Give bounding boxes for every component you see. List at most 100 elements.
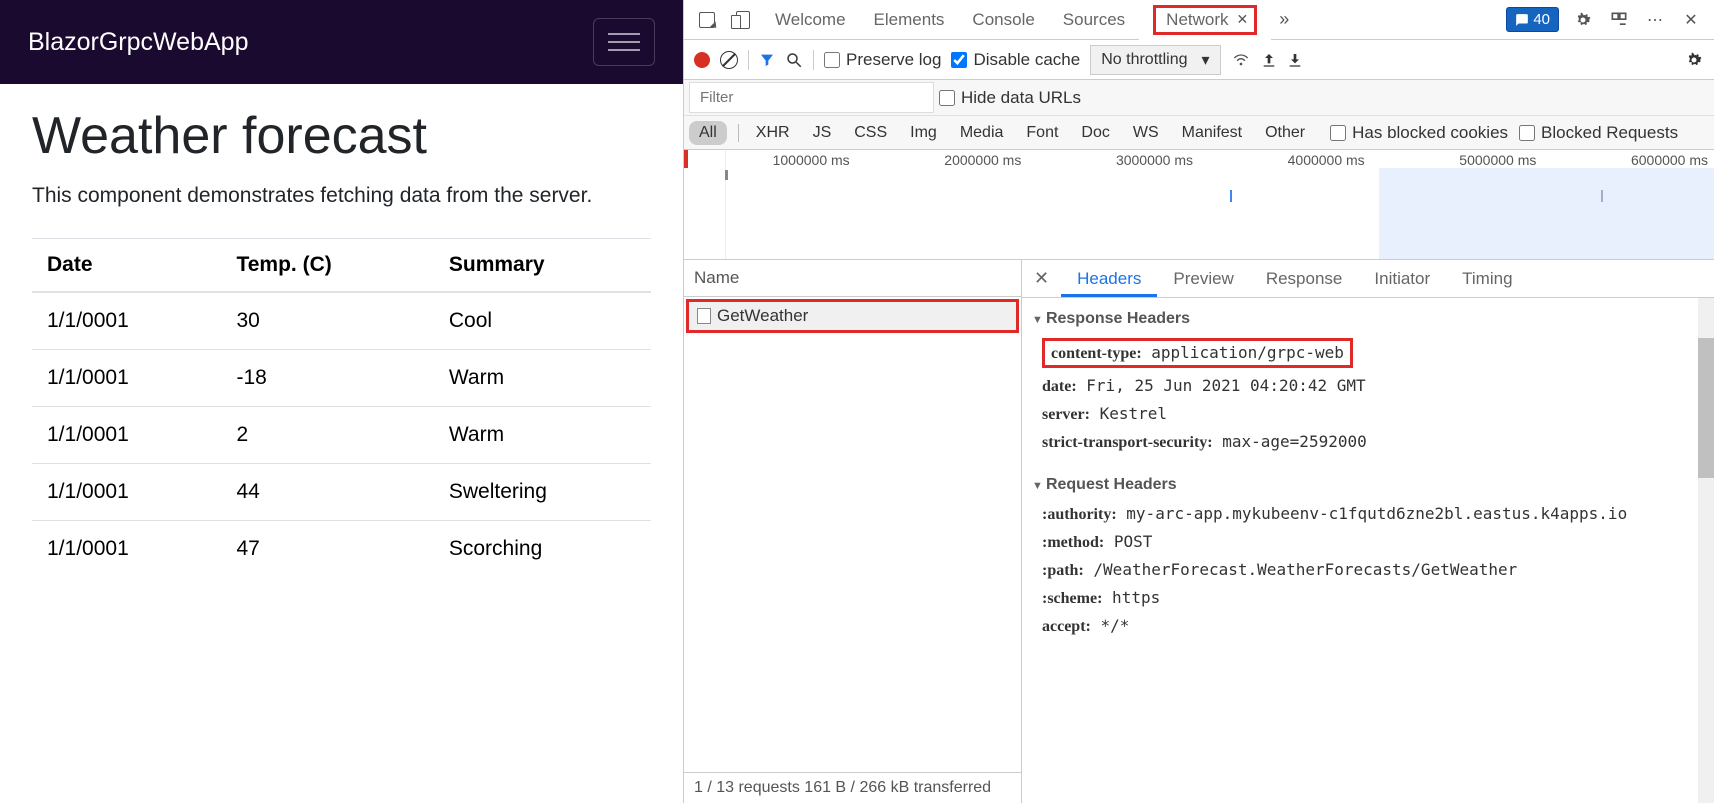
page-description: This component demonstrates fetching dat… — [32, 184, 651, 208]
network-settings-icon[interactable] — [1684, 50, 1704, 70]
close-details-icon[interactable]: ✕ — [1022, 268, 1061, 289]
request-headers-section[interactable]: Request Headers — [1022, 470, 1714, 500]
header-line: accept: */* — [1022, 612, 1714, 640]
clear-button[interactable] — [720, 51, 738, 69]
type-font[interactable]: Font — [1020, 121, 1064, 145]
cell-temp: 47 — [221, 521, 433, 578]
tl-label: 5000000 ms — [1371, 152, 1543, 168]
tl-label: 2000000 ms — [856, 152, 1028, 168]
table-row: 1/1/00012Warm — [32, 407, 651, 464]
type-css[interactable]: CSS — [848, 121, 893, 145]
response-headers-section[interactable]: Response Headers — [1022, 304, 1714, 334]
tab-console[interactable]: Console — [958, 4, 1048, 36]
cell-summary: Scorching — [434, 521, 651, 578]
header-line: date: Fri, 25 Jun 2021 04:20:42 GMT — [1022, 372, 1714, 400]
network-main: Name GetWeather 1 / 13 requests 161 B / … — [684, 260, 1714, 803]
app-panel: BlazorGrpcWebApp Weather forecast This c… — [0, 0, 683, 803]
table-row: 1/1/000147Scorching — [32, 521, 651, 578]
app-brand[interactable]: BlazorGrpcWebApp — [28, 28, 248, 57]
filter-bar: Hide data URLs — [684, 80, 1714, 116]
cell-date: 1/1/0001 — [32, 464, 221, 521]
search-icon[interactable] — [785, 51, 803, 69]
tab-sources[interactable]: Sources — [1049, 4, 1139, 36]
request-item-label: GetWeather — [717, 306, 808, 326]
network-timeline[interactable]: 1000000 ms 2000000 ms 3000000 ms 4000000… — [684, 150, 1714, 260]
customize-icon[interactable] — [1608, 9, 1630, 31]
details-tab-headers[interactable]: Headers — [1061, 261, 1157, 297]
hamburger-button[interactable] — [593, 18, 655, 66]
request-item-getweather[interactable]: GetWeather — [686, 299, 1019, 333]
request-list: Name GetWeather 1 / 13 requests 161 B / … — [684, 260, 1022, 803]
details-tabs: ✕ Headers Preview Response Initiator Tim… — [1022, 260, 1714, 298]
type-other[interactable]: Other — [1259, 121, 1311, 145]
app-navbar: BlazorGrpcWebApp — [0, 0, 683, 84]
throttling-select[interactable]: No throttling ▾ — [1090, 45, 1220, 75]
request-list-header[interactable]: Name — [684, 260, 1021, 297]
devtools-panel: Welcome Elements Console Sources Network… — [683, 0, 1714, 803]
record-button[interactable] — [694, 52, 710, 68]
table-row: 1/1/000144Sweltering — [32, 464, 651, 521]
inspect-icon[interactable] — [696, 9, 718, 31]
details-tab-response[interactable]: Response — [1250, 261, 1359, 297]
type-all[interactable]: All — [689, 121, 727, 145]
type-xhr[interactable]: XHR — [750, 121, 796, 145]
download-icon[interactable] — [1287, 51, 1303, 69]
close-tab-icon[interactable]: ✕ — [1237, 11, 1249, 28]
header-line: :path: /WeatherForecast.WeatherForecasts… — [1022, 556, 1714, 584]
file-icon — [697, 308, 711, 324]
details-scrollbar[interactable] — [1698, 298, 1714, 803]
header-line: server: Kestrel — [1022, 400, 1714, 428]
header-line: :authority: my-arc-app.mykubeenv-c1fqutd… — [1022, 500, 1714, 528]
type-js[interactable]: JS — [807, 121, 838, 145]
cell-temp: 44 — [221, 464, 433, 521]
page-title: Weather forecast — [32, 106, 651, 166]
details-body: Response Headers content-type: applicati… — [1022, 298, 1714, 803]
tl-label: 6000000 ms — [1542, 152, 1714, 168]
type-media[interactable]: Media — [954, 121, 1010, 145]
header-line: :scheme: https — [1022, 584, 1714, 612]
issues-badge[interactable]: 40 — [1506, 7, 1559, 32]
has-blocked-cookies-checkbox[interactable]: Has blocked cookies — [1330, 123, 1508, 143]
throttling-value: No throttling — [1101, 51, 1187, 69]
tab-network[interactable]: Network ✕ — [1139, 0, 1271, 41]
network-status-bar: 1 / 13 requests 161 B / 266 kB transferr… — [684, 772, 1021, 803]
issues-count: 40 — [1533, 11, 1550, 28]
type-ws[interactable]: WS — [1127, 121, 1165, 145]
close-devtools-icon[interactable]: ✕ — [1680, 9, 1702, 31]
hide-data-urls-label: Hide data URLs — [961, 88, 1081, 108]
cell-temp: 2 — [221, 407, 433, 464]
preserve-log-checkbox[interactable]: Preserve log — [824, 50, 941, 70]
devtools-top-bar: Welcome Elements Console Sources Network… — [684, 0, 1714, 40]
more-icon[interactable]: ⋯ — [1644, 9, 1666, 31]
settings-icon[interactable] — [1572, 9, 1594, 31]
cell-temp: -18 — [221, 350, 433, 407]
table-row: 1/1/000130Cool — [32, 292, 651, 350]
col-temp: Temp. (C) — [221, 239, 433, 293]
details-tab-timing[interactable]: Timing — [1446, 261, 1528, 297]
blocked-requests-checkbox[interactable]: Blocked Requests — [1519, 123, 1678, 143]
more-tabs-icon[interactable]: » — [1271, 9, 1297, 30]
upload-icon[interactable] — [1261, 51, 1277, 69]
table-row: 1/1/0001-18Warm — [32, 350, 651, 407]
details-tab-preview[interactable]: Preview — [1157, 261, 1249, 297]
hide-data-urls-checkbox[interactable]: Hide data URLs — [939, 88, 1081, 108]
disable-cache-checkbox[interactable]: Disable cache — [951, 50, 1080, 70]
header-line: content-type: application/grpc-web — [1022, 334, 1714, 372]
col-date: Date — [32, 239, 221, 293]
network-conditions-icon[interactable] — [1231, 52, 1251, 68]
tl-label: 1000000 ms — [684, 152, 856, 168]
details-tab-initiator[interactable]: Initiator — [1358, 261, 1446, 297]
filter-input[interactable] — [689, 82, 934, 113]
tab-welcome[interactable]: Welcome — [761, 4, 860, 36]
filter-toggle-icon[interactable] — [759, 52, 775, 68]
type-manifest[interactable]: Manifest — [1176, 121, 1248, 145]
type-img[interactable]: Img — [904, 121, 943, 145]
network-toolbar: Preserve log Disable cache No throttling… — [684, 40, 1714, 80]
has-blocked-cookies-label: Has blocked cookies — [1352, 123, 1508, 143]
cell-date: 1/1/0001 — [32, 350, 221, 407]
preserve-log-label: Preserve log — [846, 50, 941, 70]
type-doc[interactable]: Doc — [1075, 121, 1115, 145]
tl-label: 4000000 ms — [1199, 152, 1371, 168]
device-toggle-icon[interactable] — [732, 9, 754, 31]
tab-elements[interactable]: Elements — [860, 4, 959, 36]
